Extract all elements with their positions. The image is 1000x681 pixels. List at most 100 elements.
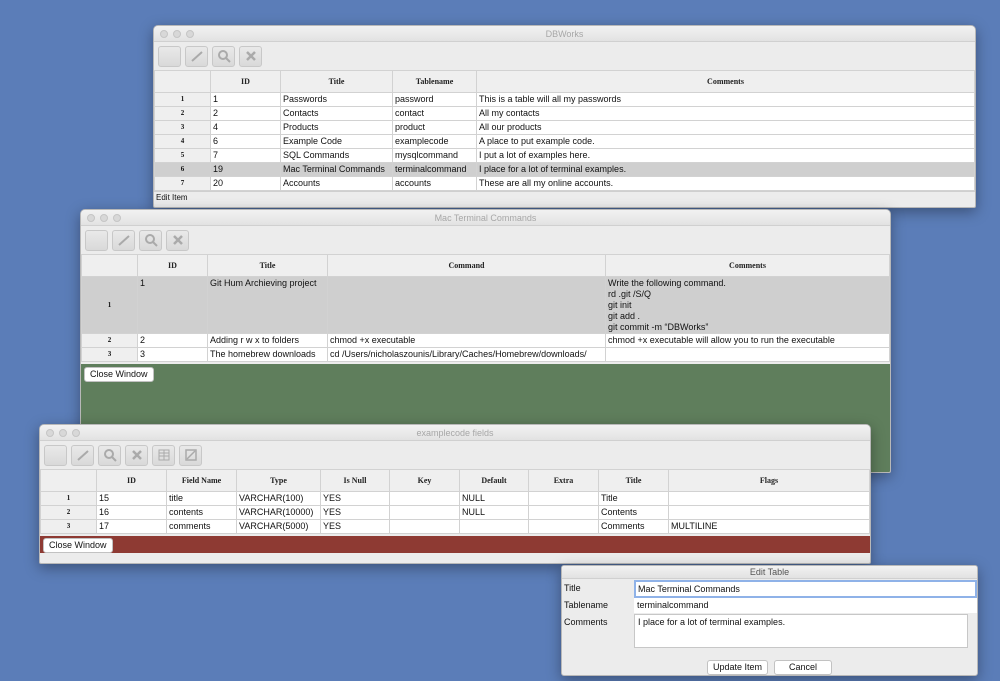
column-header-key[interactable]: Key — [389, 469, 460, 492]
title-field[interactable]: Mac Terminal Commands — [634, 580, 977, 598]
cell-key[interactable] — [389, 491, 460, 506]
table-row[interactable]: 3 17 comments VARCHAR(5000) YES Comments… — [40, 519, 870, 534]
cell-id[interactable]: 15 — [96, 491, 167, 506]
cell-field-name[interactable]: comments — [166, 519, 237, 534]
column-header-tablename[interactable]: Tablename — [392, 70, 477, 93]
comments-field[interactable]: I place for a lot of terminal examples. — [634, 614, 968, 648]
column-header-title[interactable]: Title — [207, 254, 328, 277]
cell-comments[interactable]: All my contacts — [476, 106, 975, 121]
table-row[interactable]: 2 2 Adding r w x to folders chmod +x exe… — [81, 333, 890, 348]
cell-title[interactable]: SQL Commands — [280, 148, 393, 163]
cell-comments[interactable]: All our products — [476, 120, 975, 135]
cell-flags[interactable] — [668, 491, 870, 506]
column-header-type[interactable]: Type — [236, 469, 321, 492]
cell-id[interactable]: 19 — [210, 162, 281, 177]
table-row[interactable]: 2 16 contents VARCHAR(10000) YES NULL Co… — [40, 505, 870, 520]
cell-comments[interactable]: This is a table will all my passwords — [476, 92, 975, 107]
edit-button[interactable] — [112, 229, 135, 251]
cell-title[interactable]: Adding r w x to folders — [207, 333, 328, 348]
cell-title[interactable]: Accounts — [280, 176, 393, 191]
cell-type[interactable]: VARCHAR(5000) — [236, 519, 321, 534]
column-header-is-null[interactable]: Is Null — [320, 469, 390, 492]
cell-comments[interactable]: chmod +x executable will allow you to ru… — [605, 333, 890, 348]
cell-default[interactable]: NULL — [459, 491, 529, 506]
cell-comments[interactable]: A place to put example code. — [476, 134, 975, 149]
cell-id[interactable]: 1 — [210, 92, 281, 107]
cell-is-null[interactable]: YES — [320, 491, 390, 506]
cell-default[interactable] — [459, 519, 529, 534]
titlebar[interactable]: Mac Terminal Commands — [81, 210, 890, 226]
cell-default[interactable]: NULL — [459, 505, 529, 520]
cell-title[interactable]: Products — [280, 120, 393, 135]
delete-button[interactable] — [125, 444, 148, 466]
cell-comments[interactable]: These are all my online accounts. — [476, 176, 975, 191]
cell-comments[interactable]: Write the following command. rd .git /S/… — [605, 276, 890, 334]
cell-title[interactable]: Contacts — [280, 106, 393, 121]
cell-comments[interactable] — [605, 347, 890, 362]
cell-command[interactable]: chmod +x executable — [327, 333, 606, 348]
column-header-extra[interactable]: Extra — [528, 469, 599, 492]
zoom-light-icon[interactable] — [113, 214, 121, 222]
column-header-title[interactable]: Title — [280, 70, 393, 93]
search-button[interactable] — [139, 229, 162, 251]
table-row[interactable]: 3 3 The homebrew downloads cd /Users/nic… — [81, 347, 890, 362]
column-header-default[interactable]: Default — [459, 469, 529, 492]
search-button[interactable] — [212, 45, 235, 67]
minimize-light-icon[interactable] — [173, 30, 181, 38]
new-button[interactable] — [44, 444, 67, 466]
cell-tablename[interactable]: mysqlcommand — [392, 148, 477, 163]
new-button[interactable] — [158, 45, 181, 67]
cell-tablename[interactable]: terminalcommand — [392, 162, 477, 177]
delete-button[interactable] — [239, 45, 262, 67]
table-row[interactable]: 1 15 title VARCHAR(100) YES NULL Title — [40, 491, 870, 506]
cell-title[interactable]: Mac Terminal Commands — [280, 162, 393, 177]
minimize-light-icon[interactable] — [59, 429, 67, 437]
delete-button[interactable] — [166, 229, 189, 251]
zoom-light-icon[interactable] — [72, 429, 80, 437]
table-row[interactable]: 4 6 Example Code examplecode A place to … — [154, 134, 975, 149]
column-header[interactable] — [40, 469, 97, 492]
cell-extra[interactable] — [528, 519, 599, 534]
cell-tablename[interactable]: examplecode — [392, 134, 477, 149]
cell-title[interactable]: Contents — [598, 505, 669, 520]
close-light-icon[interactable] — [46, 429, 54, 437]
new-button[interactable] — [85, 229, 108, 251]
minimize-light-icon[interactable] — [100, 214, 108, 222]
cell-field-name[interactable]: title — [166, 491, 237, 506]
cell-tablename[interactable]: accounts — [392, 176, 477, 191]
table-row[interactable]: 7 20 Accounts accounts These are all my … — [154, 176, 975, 191]
cell-id[interactable]: 6 — [210, 134, 281, 149]
column-header-flags[interactable]: Flags — [668, 469, 870, 492]
table-button[interactable] — [152, 444, 175, 466]
column-header-comments[interactable]: Comments — [605, 254, 890, 277]
table-row[interactable]: 2 2 Contacts contact All my contacts — [154, 106, 975, 121]
cell-is-null[interactable]: YES — [320, 505, 390, 520]
column-header-title[interactable]: Title — [598, 469, 669, 492]
column-header[interactable] — [154, 70, 211, 93]
edit-button[interactable] — [185, 45, 208, 67]
cell-flags[interactable] — [668, 505, 870, 520]
update-item-button[interactable]: Update Item — [707, 660, 769, 675]
cell-tablename[interactable]: product — [392, 120, 477, 135]
column-header-id[interactable]: ID — [137, 254, 208, 277]
table-row[interactable]: 5 7 SQL Commands mysqlcommand I put a lo… — [154, 148, 975, 163]
close-light-icon[interactable] — [160, 30, 168, 38]
close-light-icon[interactable] — [87, 214, 95, 222]
table-row[interactable]: 1 1 Passwords password This is a table w… — [154, 92, 975, 107]
cell-tablename[interactable]: password — [392, 92, 477, 107]
cancel-button[interactable]: Cancel — [774, 660, 833, 675]
close-window-button[interactable]: Close Window — [43, 538, 113, 553]
cell-type[interactable]: VARCHAR(100) — [236, 491, 321, 506]
cell-id[interactable]: 2 — [210, 106, 281, 121]
table-row[interactable]: 3 4 Products product All our products — [154, 120, 975, 135]
cell-key[interactable] — [389, 519, 460, 534]
table-row-selected[interactable]: 6 19 Mac Terminal Commands terminalcomma… — [154, 162, 975, 177]
edit-button[interactable] — [71, 444, 94, 466]
cell-extra[interactable] — [528, 491, 599, 506]
cell-id[interactable]: 20 — [210, 176, 281, 191]
cell-id[interactable]: 16 — [96, 505, 167, 520]
cell-title[interactable]: Git Hum Archieving project — [207, 276, 328, 334]
tablename-field[interactable]: terminalcommand — [634, 598, 977, 613]
cell-title[interactable]: Example Code — [280, 134, 393, 149]
cell-title[interactable]: The homebrew downloads — [207, 347, 328, 362]
